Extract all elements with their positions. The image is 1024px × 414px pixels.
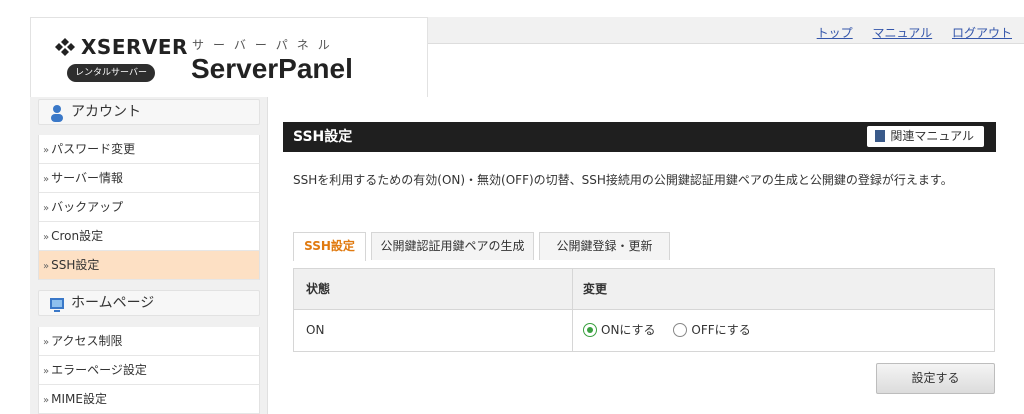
sidebar-item-label: SSH設定 [51,258,100,272]
option-on[interactable]: ONにする [583,310,656,351]
sidebar-item-label: MIME設定 [51,392,107,406]
sidebar-item-server-info[interactable]: » サーバー情報 [38,164,260,193]
book-icon [875,130,886,142]
sidebar-item-password[interactable]: » パスワード変更 [38,135,260,164]
sidebar-section-label: アカウント [71,104,141,120]
table-header-row: 状態 変更 [294,269,994,310]
sidebar-item-label: エラーページ設定 [51,363,147,377]
brand-badge: レンタルサーバー [67,64,155,82]
sidebar-item-cron[interactable]: » Cron設定 [38,222,260,251]
sidebar-item-label: Cron設定 [51,229,104,243]
tab-keypair-generate[interactable]: 公開鍵認証用鍵ペアの生成 [371,232,534,260]
arrow-icon: » [43,203,50,214]
manual-link[interactable]: マニュアル [873,26,933,40]
change-options: ONにする OFFにする [583,310,765,351]
arrow-icon: » [43,366,50,377]
sidebar-item-label: アクセス制限 [51,334,123,348]
panel-subtitle: サーバーパネル [192,38,339,52]
tab-pubkey-register[interactable]: 公開鍵登録・更新 [539,232,670,260]
arrow-icon: » [43,395,50,406]
sidebar-item-error-page[interactable]: » エラーページ設定 [38,356,260,385]
sidebar-item-mime[interactable]: » MIME設定 [38,385,260,414]
top-link[interactable]: トップ [817,26,853,40]
user-icon [51,105,63,122]
header-change: 変更 [583,282,608,296]
brand-name: XSERVER [81,35,188,59]
arrow-icon: » [43,232,50,243]
header-logo-area: XSERVER レンタルサーバー サーバーパネル ServerPanel [30,17,428,97]
table-row: ON ONにする OFFにする [294,310,994,351]
column-divider [572,310,573,351]
arrow-icon: » [43,261,50,272]
sidebar-item-label: バックアップ [51,200,124,214]
header-bar: トップ マニュアル ログアウト [428,17,1024,44]
option-off-label: OFFにする [691,323,751,337]
description: SSHを利用するための有効(ON)・無効(OFF)の切替、SSH接続用の公開鍵認… [293,173,953,187]
xserver-logo-icon [55,38,75,56]
sidebar-item-label: パスワード変更 [51,142,136,156]
sidebar-item-label: サーバー情報 [51,171,124,185]
tab-ssh-settings[interactable]: SSH設定 [293,232,366,261]
option-off[interactable]: OFFにする [673,310,751,351]
radio-on[interactable] [583,323,597,337]
sidebar-section-label: ホームページ [71,295,155,311]
monitor-icon [50,298,64,312]
header-state: 状態 [306,282,331,296]
state-value: ON [306,323,325,337]
radio-off[interactable] [673,323,688,337]
arrow-icon: » [43,174,50,185]
section-title-bar: SSH設定 関連マニュアル [283,122,996,152]
sidebar-section-homepage[interactable]: ホームページ [38,290,260,316]
column-divider [572,269,573,309]
related-manual-label: 関連マニュアル [890,129,974,143]
sidebar-section-account[interactable]: アカウント [38,99,260,125]
sidebar-item-ssh[interactable]: » SSH設定 [38,251,260,280]
submit-button[interactable]: 設定する [876,363,995,394]
sidebar: アカウント » パスワード変更 » サーバー情報 » バックアップ » Cron設定 »… [30,97,268,414]
top-links: トップ マニュアル ログアウト [801,24,1012,41]
page-title: SSH設定 [293,129,353,145]
sidebar-item-access-control[interactable]: » アクセス制限 [38,327,260,356]
sidebar-item-backup[interactable]: » バックアップ [38,193,260,222]
related-manual-button[interactable]: 関連マニュアル [867,126,984,147]
option-on-label: ONにする [601,323,656,337]
panel-title: ServerPanel [191,53,353,84]
arrow-icon: » [43,145,50,156]
logout-link[interactable]: ログアウト [952,26,1012,40]
arrow-icon: » [43,337,50,348]
ssh-state-table: 状態 変更 ON ONにする OFFにする [293,268,995,352]
